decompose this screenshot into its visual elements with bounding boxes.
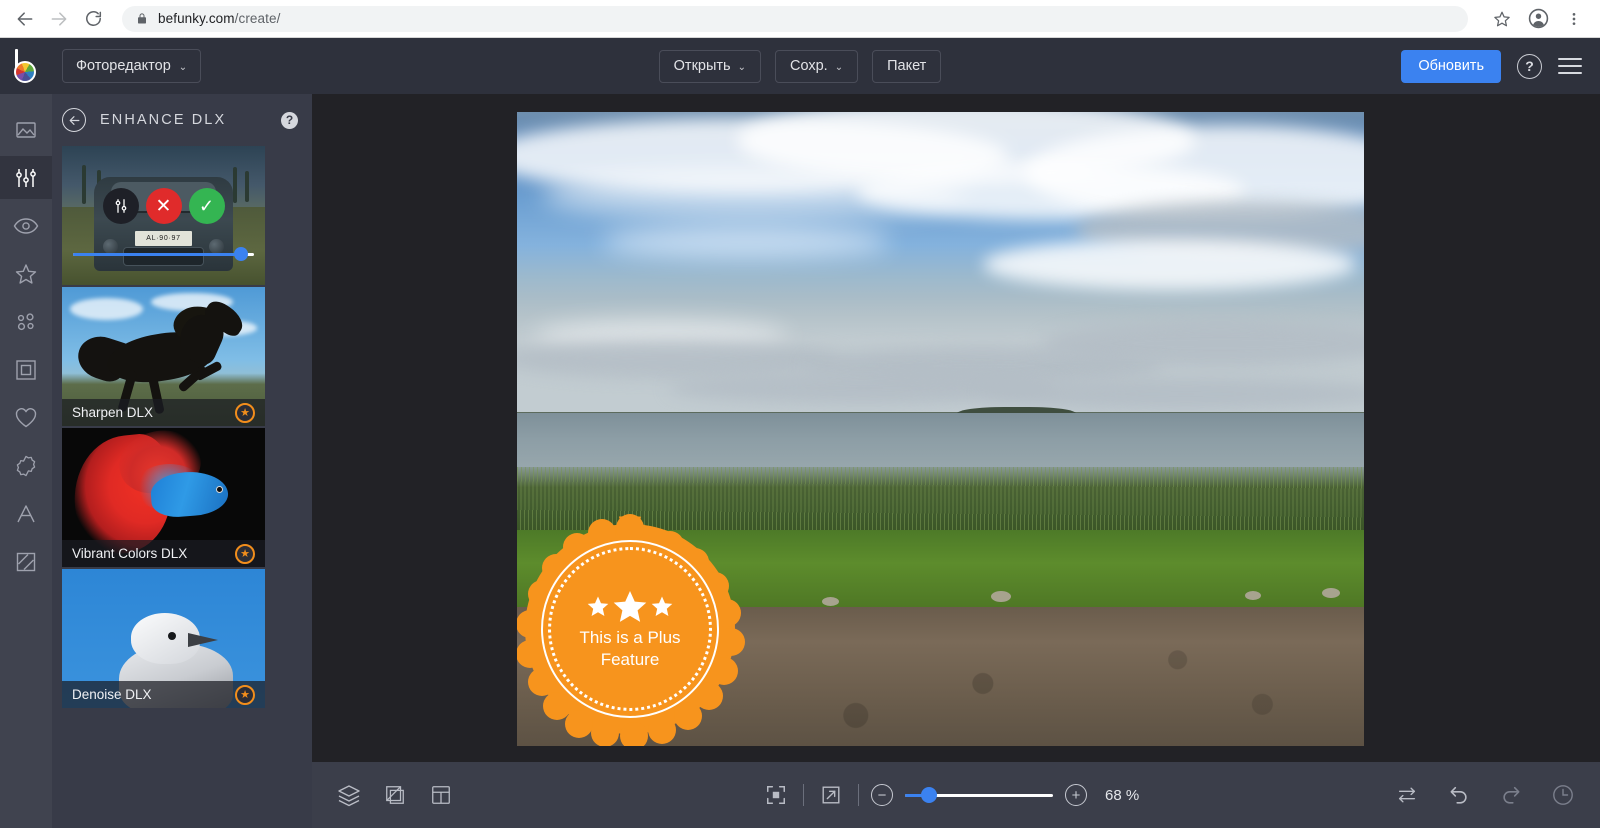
bottom-right-tools bbox=[1392, 780, 1578, 810]
effect-thumbnail-list: AL·90·97 ✕ ✓ Sharpen DLX ★ Vibrant Color… bbox=[52, 146, 312, 708]
sidebar-item-image[interactable] bbox=[0, 108, 52, 151]
plus-star-icon: ★ bbox=[235, 684, 255, 705]
plus-star-icon: ★ bbox=[235, 543, 255, 564]
car-license-plate: AL·90·97 bbox=[135, 230, 192, 247]
upgrade-button[interactable]: Обновить bbox=[1401, 49, 1501, 83]
badge-text-line-1: This is a Plus bbox=[579, 628, 681, 647]
chevron-down-icon: ⌄ bbox=[178, 61, 188, 73]
account-avatar-icon[interactable] bbox=[1520, 2, 1556, 36]
browser-toolbar: befunky.com/create/ bbox=[0, 0, 1600, 38]
thumb-enhance-dlx[interactable]: AL·90·97 ✕ ✓ bbox=[62, 146, 265, 285]
browser-action-icons bbox=[1476, 2, 1600, 36]
thumbnail-label-bar: Sharpen DLX ★ bbox=[62, 399, 265, 426]
thumbnail-label: Vibrant Colors DLX bbox=[72, 546, 188, 561]
effects-panel: ENHANCE DLX ? AL·90·97 ✕ ✓ Sharpen DLX ★… bbox=[52, 94, 312, 828]
tool-rail bbox=[0, 94, 52, 828]
slider-handle[interactable] bbox=[234, 247, 249, 261]
batch-button-label: Пакет bbox=[887, 58, 927, 74]
reload-icon[interactable] bbox=[76, 2, 110, 36]
back-arrow-icon[interactable] bbox=[8, 2, 42, 36]
thumb-sharpen-dlx[interactable]: Sharpen DLX ★ bbox=[62, 287, 265, 426]
sidebar-item-overlays[interactable] bbox=[0, 444, 52, 487]
sidebar-item-touch-up[interactable] bbox=[0, 204, 52, 247]
back-circle-arrow-icon[interactable] bbox=[62, 108, 86, 132]
sidebar-item-textures[interactable] bbox=[0, 540, 52, 583]
chevron-down-icon: ⌄ bbox=[834, 61, 844, 73]
zoom-in-button[interactable]: + bbox=[1065, 784, 1087, 806]
zoom-slider-handle[interactable] bbox=[921, 787, 938, 803]
sidebar-item-artsy[interactable] bbox=[0, 300, 52, 343]
plus-star-icon: ★ bbox=[235, 402, 255, 423]
sidebar-item-frames[interactable] bbox=[0, 348, 52, 391]
star-outline-icon[interactable] bbox=[1484, 2, 1520, 36]
app-header: Фоторедактор ⌄ Открыть ⌄ Сохр. ⌄ Пакет О… bbox=[0, 38, 1600, 94]
help-icon[interactable]: ? bbox=[1517, 53, 1542, 79]
batch-button[interactable]: Пакет bbox=[872, 49, 942, 83]
compare-swap-icon[interactable] bbox=[1392, 780, 1422, 810]
header-center-actions: Открыть ⌄ Сохр. ⌄ Пакет bbox=[0, 49, 1600, 83]
befunky-logo-icon[interactable] bbox=[0, 38, 52, 94]
editing-photo[interactable]: This is a Plus Feature bbox=[517, 112, 1364, 746]
reject-button[interactable]: ✕ bbox=[145, 188, 182, 224]
sidebar-item-edit[interactable] bbox=[0, 156, 52, 199]
chevron-down-icon: ⌄ bbox=[737, 61, 746, 73]
mode-selector-photo-editor[interactable]: Фоторедактор ⌄ bbox=[62, 49, 202, 83]
save-button[interactable]: Сохр. ⌄ bbox=[775, 49, 859, 83]
crop-rotate-icon[interactable] bbox=[380, 780, 410, 810]
lock-icon bbox=[136, 12, 148, 25]
mode-selector-label: Фоторедактор bbox=[76, 58, 171, 74]
sliders-icon[interactable] bbox=[102, 188, 139, 224]
sidebar-item-text[interactable] bbox=[0, 492, 52, 535]
header-right-actions: Обновить ? bbox=[1401, 49, 1600, 83]
panel-help-icon[interactable]: ? bbox=[281, 111, 298, 129]
thumb-vibrant-colors-dlx[interactable]: Vibrant Colors DLX ★ bbox=[62, 428, 265, 567]
save-button-label: Сохр. bbox=[790, 58, 828, 74]
history-clock-icon[interactable] bbox=[1548, 780, 1578, 810]
badge-stars bbox=[586, 587, 674, 625]
fit-to-screen-icon[interactable] bbox=[761, 780, 791, 810]
sidebar-item-effects[interactable] bbox=[0, 252, 52, 295]
forward-arrow-icon[interactable] bbox=[42, 2, 76, 36]
open-button[interactable]: Открыть ⌄ bbox=[658, 49, 761, 83]
three-dots-menu-icon[interactable] bbox=[1556, 2, 1592, 36]
bottom-toolbar: − + 68 % bbox=[312, 762, 1600, 828]
layers-icon[interactable] bbox=[334, 780, 364, 810]
sidebar-item-graphics[interactable] bbox=[0, 396, 52, 439]
fullscreen-expand-icon[interactable] bbox=[816, 780, 846, 810]
bottom-left-tools bbox=[334, 780, 456, 810]
thumbnail-label-bar: Denoise DLX ★ bbox=[62, 681, 265, 708]
zoom-level-value: 68 % bbox=[1105, 786, 1140, 804]
accept-button[interactable]: ✓ bbox=[188, 188, 225, 224]
address-bar[interactable]: befunky.com/create/ bbox=[122, 5, 1468, 32]
collage-layout-icon[interactable] bbox=[426, 780, 456, 810]
undo-icon[interactable] bbox=[1444, 780, 1474, 810]
plus-feature-badge: This is a Plus Feature bbox=[517, 514, 745, 746]
url-text: befunky.com/create/ bbox=[158, 11, 281, 26]
badge-text-line-2: Feature bbox=[600, 650, 660, 669]
canvas-area[interactable]: This is a Plus Feature bbox=[312, 94, 1600, 762]
open-button-label: Открыть bbox=[673, 58, 731, 74]
panel-title: ENHANCE DLX bbox=[100, 112, 227, 128]
zoom-out-button[interactable]: − bbox=[871, 784, 893, 806]
thumbnail-label-bar: Vibrant Colors DLX ★ bbox=[62, 540, 265, 567]
hamburger-menu-icon[interactable] bbox=[1558, 58, 1582, 74]
thumbnail-label: Sharpen DLX bbox=[72, 405, 154, 420]
thumb-denoise-dlx[interactable]: Denoise DLX ★ bbox=[62, 569, 265, 708]
effect-controls-overlay: ✕ ✓ bbox=[62, 188, 265, 224]
zoom-slider[interactable] bbox=[905, 787, 1053, 803]
panel-header: ENHANCE DLX ? bbox=[52, 94, 312, 146]
redo-icon[interactable] bbox=[1496, 780, 1526, 810]
effect-strength-slider[interactable] bbox=[73, 247, 254, 261]
thumbnail-label: Denoise DLX bbox=[72, 687, 152, 702]
